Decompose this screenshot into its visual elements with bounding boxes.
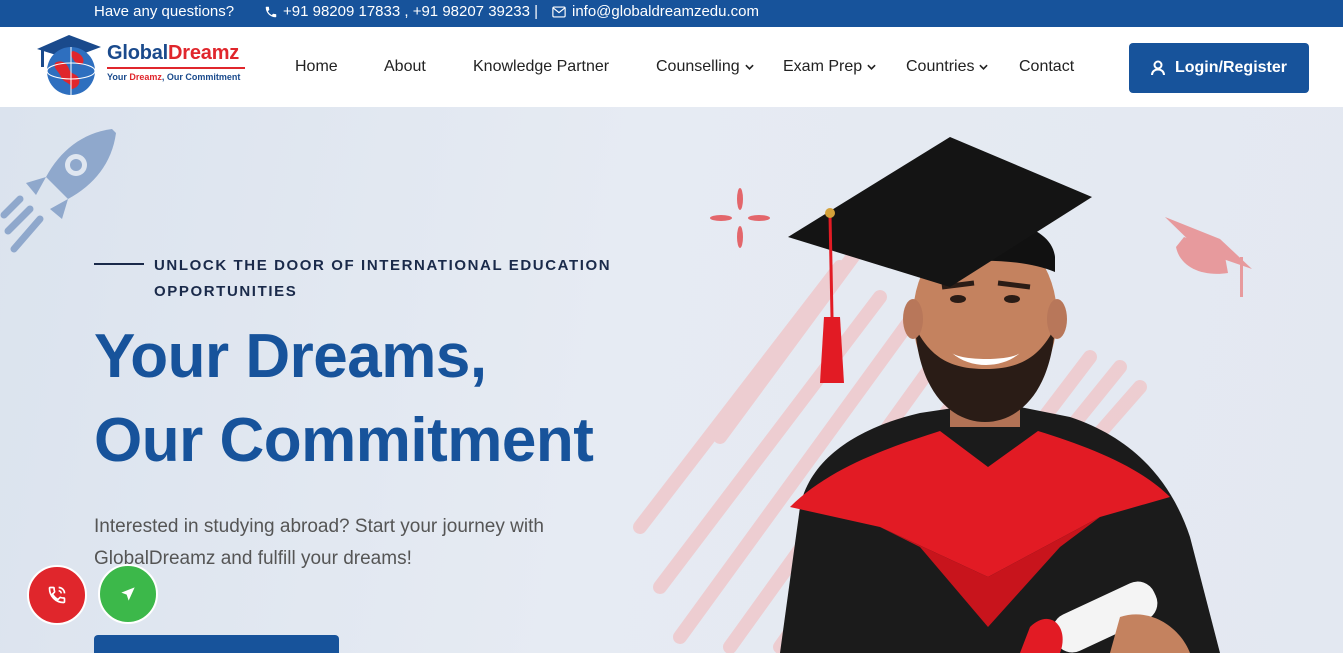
user-icon [1150,60,1165,76]
hero-cta-button[interactable] [94,635,339,653]
call-floating-button[interactable] [27,565,87,625]
logo-word-global: Global [107,42,169,64]
nav-about-label: About [384,58,426,75]
nav-counselling[interactable]: Counselling [656,58,754,76]
nav-exam-prep[interactable]: Exam Prep [783,58,876,76]
tagline-part-2: Dreamz [129,72,162,82]
chevron-down-icon [867,64,876,70]
hero-headline-line-2: Our Commitment [94,406,594,475]
nav-exam-label: Exam Prep [783,58,863,75]
phone-numbers[interactable]: +91 98209 17833 , +91 98207 39233 | [264,3,538,20]
nav-knowledge-label: Knowledge Partner [473,58,610,75]
hero-headline-line-1: Your Dreams, [94,322,487,391]
nav-countries-label: Countries [906,58,975,75]
top-info-bar: Have any questions? +91 98209 17833 , +9… [0,0,1343,27]
nav-about[interactable]: About [384,58,426,76]
send-floating-button[interactable] [98,564,158,624]
nav-contact[interactable]: Contact [1019,58,1074,76]
eyebrow-divider-line [94,263,144,265]
logo-underline [107,67,245,69]
hero-headline: Your Dreams, Our Commitment [94,315,594,483]
chevron-down-icon [744,64,754,70]
login-register-label: Login/Register [1174,59,1287,76]
nav-contact-label: Contact [1019,58,1075,75]
tagline-part-3: , Our Commitment [161,72,241,82]
email-link[interactable]: info@globaldreamzedu.com [552,3,759,20]
site-header: GlobalDreamz Your Dreamz, Our Commitment… [0,27,1343,107]
logo-wordmark: GlobalDreamz [107,42,239,65]
logo-word-dreamz: Dreamz [168,42,240,64]
questions-label: Have any questions? [94,3,235,20]
email-text: info@globaldreamzedu.com [572,3,759,20]
rocket-icon [0,129,116,253]
phone-call-icon [48,586,66,604]
nav-home-label: Home [295,58,338,75]
nav-home[interactable]: Home [295,58,338,76]
login-register-button[interactable]: Login/Register [1129,43,1309,93]
send-arrow-icon [121,587,135,601]
globe-graduation-logo-icon [37,35,101,95]
nav-counselling-label: Counselling [656,58,740,75]
phone-icon [265,6,277,17]
site-logo[interactable]: GlobalDreamz Your Dreamz, Our Commitment [33,33,253,97]
logo-tagline: Your Dreamz, Our Commitment [107,72,240,82]
tagline-part-1: Your [107,72,130,82]
hero-eyebrow-text: UNLOCK THE DOOR OF INTERNATIONAL EDUCATI… [154,257,612,300]
mail-icon [552,5,566,18]
hero-section: UNLOCK THE DOOR OF INTERNATIONAL EDUCATI… [0,107,1343,653]
phone-text: +91 98209 17833 , +91 98207 39233 | [283,3,538,20]
hero-subtitle: Interested in studying abroad? Start you… [94,516,544,569]
graduate-student-image [780,137,1220,653]
chevron-down-icon [979,64,989,70]
nav-countries[interactable]: Countries [906,58,989,76]
nav-knowledge-partner[interactable]: Knowledge Partner [473,58,609,76]
